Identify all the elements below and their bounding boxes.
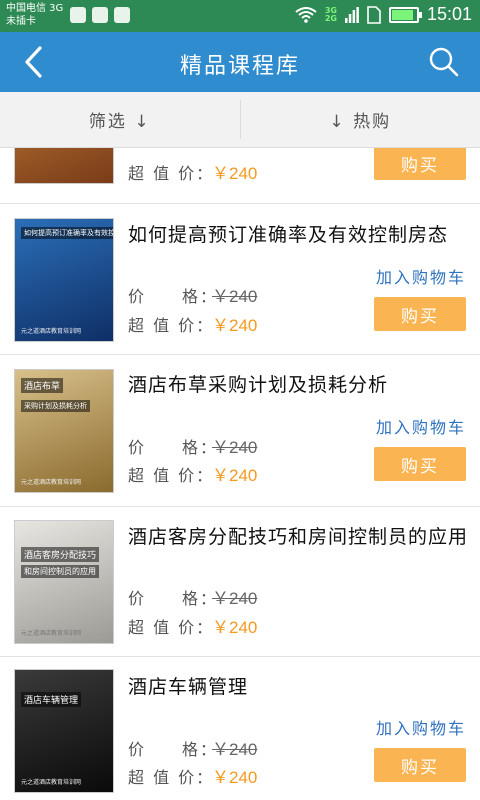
thumbnail-caption: 元之道酒店教育培训网 <box>21 630 82 637</box>
sale-price-label: 超 值 价： <box>128 617 215 637</box>
thumbnail-sublabel: 和房间控制员的应用 <box>21 565 99 578</box>
thumbnail-sublabel: 采购计划及损耗分析 <box>21 400 90 412</box>
price-row: 价 格： ￥240 <box>128 282 257 307</box>
sale-price-label: 超 值 价： <box>128 767 215 787</box>
status-time: 15:01 <box>426 4 472 24</box>
course-thumbnail <box>14 148 114 184</box>
sale-price-row: 超 值 价： ￥240 <box>128 763 257 788</box>
filter-button[interactable]: 筛选 ↓ <box>0 92 240 147</box>
thumbnail-label: 酒店车辆管理 <box>21 692 82 707</box>
price-row: 价 格： ￥240 <box>128 735 257 760</box>
sale-price-label: 超 值 价： <box>128 163 215 183</box>
network-2g: 2G <box>324 13 337 23</box>
list-item[interactable]: 酒店车辆管理 元之道酒店教育培训网 酒店车辆管理 加入购物车 价 格： ￥240… <box>0 657 480 800</box>
sale-price-row: 超 值 价： ￥240 <box>128 613 257 638</box>
sale-price-label: 超 值 价： <box>128 315 215 335</box>
course-list: 价 格： 超 值 价： ￥240 购买 如何提高预订准确率及有效控制房态 元之道… <box>0 148 480 800</box>
add-to-cart-link[interactable]: 加入购物车 <box>376 414 466 438</box>
battery-level <box>391 9 413 20</box>
course-thumbnail: 酒店布草 采购计划及损耗分析 元之道酒店教育培训网 <box>14 369 114 493</box>
status-right: 3G 2G 15:01 <box>295 4 472 25</box>
list-item[interactable]: 酒店客房分配技巧 和房间控制员的应用 元之道酒店教育培训网 酒店客房分配技巧和房… <box>0 507 480 657</box>
sale-price-row: 超 值 价： ￥240 <box>128 159 257 184</box>
buy-button[interactable]: 购买 <box>374 447 466 481</box>
thumbnail-label: 酒店客房分配技巧 <box>21 547 100 562</box>
price-row: 价 格： ￥240 <box>128 584 257 609</box>
list-item[interactable]: 价 格： 超 值 价： ￥240 购买 <box>0 148 480 204</box>
thumbnail-label: 酒店布草 <box>21 378 64 393</box>
sale-price-label: 超 值 价： <box>128 465 215 485</box>
notification-icon <box>70 7 86 23</box>
list-item[interactable]: 酒店布草 采购计划及损耗分析 元之道酒店教育培训网 酒店布草采购计划及损耗分析 … <box>0 355 480 507</box>
price-label: 价 格： <box>128 437 219 457</box>
carrier-name: 中国电信 3G <box>6 3 64 14</box>
course-thumbnail: 酒店客房分配技巧 和房间控制员的应用 元之道酒店教育培训网 <box>14 520 114 644</box>
sale-price: ￥240 <box>212 164 258 183</box>
signal-icon <box>344 6 359 23</box>
add-to-cart-link[interactable]: 加入购物车 <box>376 264 466 288</box>
filter-bar: 筛选 ↓ ↓ 热购 <box>0 92 480 148</box>
price-label: 价 格： <box>128 588 219 608</box>
course-title[interactable]: 如何提高预订准确率及有效控制房态 <box>128 221 472 249</box>
sale-price: ￥240 <box>212 466 258 485</box>
hot-sort-button[interactable]: ↓ 热购 <box>241 92 480 147</box>
thumbnail-caption: 元之道酒店教育培训网 <box>21 328 82 335</box>
add-to-cart-link[interactable]: 加入购物车 <box>376 715 466 739</box>
sale-price: ￥240 <box>212 768 258 787</box>
course-title[interactable]: 酒店布草采购计划及损耗分析 <box>128 371 472 399</box>
course-title[interactable]: 酒店客房分配技巧和房间控制员的应用 <box>128 523 472 551</box>
page-title: 精品课程库 <box>179 54 300 79</box>
notification-icons <box>70 7 130 23</box>
sim-card-icon <box>367 5 381 24</box>
price-label: 价 格： <box>128 286 219 306</box>
app-header: 精品课程库 <box>0 32 480 92</box>
original-price: ￥240 <box>212 589 258 608</box>
price-label: 价 格： <box>128 739 219 759</box>
thumbnail-label: 如何提高预订准确率及有效控制房态 <box>21 227 113 239</box>
android-icon <box>114 7 130 23</box>
thumbnail-caption: 元之道酒店教育培训网 <box>21 479 82 486</box>
search-button[interactable] <box>428 46 460 78</box>
sim-status: 未插卡 <box>6 16 36 27</box>
wifi-icon <box>295 6 317 23</box>
price-row: 价 格： ￥240 <box>128 433 257 458</box>
search-icon <box>429 47 459 77</box>
buy-button[interactable]: 购买 <box>374 748 466 782</box>
course-title[interactable]: 酒店车辆管理 <box>128 673 472 701</box>
original-price: ￥240 <box>212 740 258 759</box>
original-price: ￥240 <box>212 438 258 457</box>
course-thumbnail: 如何提高预订准确率及有效控制房态 元之道酒店教育培训网 <box>14 218 114 342</box>
battery-icon <box>388 6 422 23</box>
buy-button[interactable]: 购买 <box>374 148 466 180</box>
carrier-info: 中国电信 3G 未插卡 <box>6 2 63 28</box>
thumbnail-caption: 元之道酒店教育培训网 <box>21 779 82 786</box>
course-thumbnail: 酒店车辆管理 元之道酒店教育培训网 <box>14 669 114 793</box>
sale-price: ￥240 <box>212 316 258 335</box>
list-item[interactable]: 如何提高预订准确率及有效控制房态 元之道酒店教育培训网 如何提高预订准确率及有效… <box>0 205 480 355</box>
sale-price: ￥240 <box>212 618 258 637</box>
buy-button[interactable]: 购买 <box>374 297 466 331</box>
sale-price-row: 超 值 价： ￥240 <box>128 461 257 486</box>
sale-price-row: 超 值 价： ￥240 <box>128 311 257 336</box>
status-bar: 中国电信 3G 未插卡 3G 2G 15:01 <box>0 0 480 32</box>
app-store-icon <box>92 7 108 23</box>
original-price: ￥240 <box>212 287 258 306</box>
network-type: 3G 2G <box>324 6 337 23</box>
